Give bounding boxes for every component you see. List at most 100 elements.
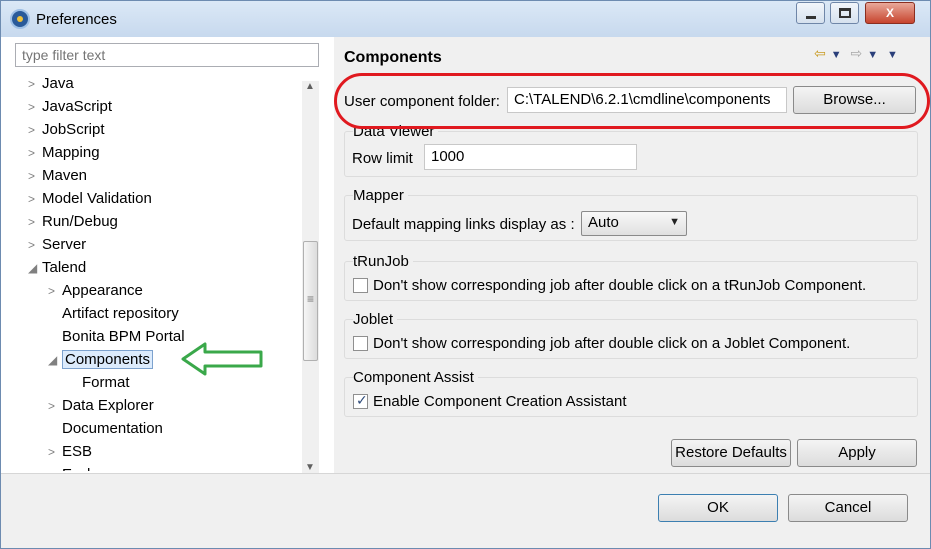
chevron-right-icon[interactable]: > [48, 280, 62, 302]
restore-defaults-button[interactable]: Restore Defaults [671, 439, 791, 467]
tree-item-label: Data Explorer [62, 397, 154, 414]
expanded-icon[interactable]: ◢ [48, 349, 62, 371]
row-limit-input[interactable]: 1000 [424, 144, 637, 170]
preference-tree-pane: >Java>JavaScript>JobScript>Mapping>Maven… [10, 37, 330, 473]
ok-button[interactable]: OK [658, 494, 778, 522]
tree-item[interactable]: Artifact repository [48, 303, 179, 325]
chevron-right-icon[interactable]: > [28, 119, 42, 141]
chevron-right-icon[interactable]: > [28, 234, 42, 256]
joblet-checkbox[interactable] [353, 336, 368, 351]
tree-item[interactable]: > Server [28, 234, 86, 256]
window-title: Preferences [36, 11, 117, 28]
mapping-display-value: Auto [588, 214, 619, 231]
tree-scrollbar[interactable]: ▲ ▼ [302, 81, 319, 473]
chevron-right-icon[interactable]: > [48, 464, 62, 471]
tree-item[interactable]: ◢ Components [48, 349, 154, 371]
close-button[interactable]: X [865, 2, 915, 24]
preferences-window: Preferences X >Java>JavaScript>JobScript… [0, 0, 931, 549]
back-dropdown-icon[interactable]: ▼ [831, 49, 842, 61]
forward-dropdown-icon[interactable]: ▼ [867, 49, 878, 61]
chevron-right-icon[interactable]: > [48, 441, 62, 463]
chevron-right-icon[interactable]: > [28, 188, 42, 210]
app-icon [10, 9, 30, 29]
tree-item[interactable]: Documentation [48, 418, 163, 440]
page-title: Components [344, 49, 442, 66]
green-pointer-arrow-icon [181, 342, 263, 376]
tree-item-label: Bonita BPM Portal [62, 328, 185, 345]
joblet-checkbox-label: Don't show corresponding job after doubl… [373, 335, 851, 352]
tree-item-label: Model Validation [42, 190, 152, 207]
apply-button[interactable]: Apply [797, 439, 917, 467]
tree-item[interactable]: > Mapping [28, 142, 100, 164]
mapping-display-select[interactable]: Auto ▼ [581, 211, 687, 236]
component-assist-checkbox[interactable]: ✓ [353, 392, 368, 409]
back-arrow-icon[interactable]: ⇦ [814, 45, 826, 61]
highlight-oval [334, 73, 930, 129]
mapper-title: Mapper [353, 187, 408, 204]
trunjob-checkbox[interactable] [353, 278, 368, 293]
tree-item[interactable]: > Data Explorer [48, 395, 154, 417]
trunjob-checkbox-label: Don't show corresponding job after doubl… [373, 277, 867, 294]
cancel-button[interactable]: Cancel [788, 494, 908, 522]
chevron-right-icon[interactable]: > [28, 211, 42, 233]
data-viewer-group: Data Viewer Row limit 1000 [344, 123, 918, 177]
tree-item[interactable]: > Model Validation [28, 188, 152, 210]
mapper-group: Mapper Default mapping links display as … [344, 187, 918, 241]
minimize-icon [806, 16, 816, 19]
trunjob-group: tRunJob Don't show corresponding job aft… [344, 253, 918, 301]
page-navigation: ⇦ ▼ ⇨ ▼ ▼ [814, 45, 903, 62]
scrollbar-thumb[interactable] [303, 241, 318, 361]
tree-item-label: Talend [42, 259, 87, 276]
tree-item-label: Format [82, 374, 130, 391]
chevron-right-icon[interactable]: > [28, 96, 42, 118]
tree-item-label: Server [42, 236, 87, 253]
tree-item-label: JavaScript [42, 98, 113, 115]
view-menu-icon[interactable]: ▼ [887, 49, 898, 61]
tree-item-label: Documentation [62, 420, 163, 437]
chevron-right-icon[interactable]: > [28, 142, 42, 164]
dialog-footer: OK Cancel [1, 473, 930, 548]
tree-item-label: Java [42, 75, 74, 92]
scroll-up-icon[interactable]: ▲ [305, 81, 315, 92]
tree-item-label: Artifact repository [62, 305, 179, 322]
component-assist-group: Component Assist ✓ Enable Component Crea… [344, 369, 918, 417]
tree-item[interactable]: > Appearance [48, 280, 143, 302]
minimize-button[interactable] [796, 2, 825, 24]
tree-item-label: Appearance [62, 282, 143, 299]
joblet-group: Joblet Don't show corresponding job afte… [344, 311, 918, 359]
tree-item-label: ESB [62, 443, 93, 460]
component-assist-checkbox-label: Enable Component Creation Assistant [373, 393, 627, 410]
tree-item[interactable]: >Exchange [48, 464, 129, 471]
scroll-down-icon[interactable]: ▼ [305, 462, 315, 473]
joblet-title: Joblet [353, 311, 398, 328]
tree-item-label: Exchange [62, 466, 129, 471]
tree-item-label: Maven [42, 167, 88, 184]
tree-item[interactable]: > JobScript [28, 119, 105, 141]
tree-item-label: Mapping [42, 144, 100, 161]
chevron-right-icon[interactable]: > [28, 73, 42, 95]
title-bar: Preferences X [1, 1, 930, 37]
expanded-icon[interactable]: ◢ [28, 257, 42, 279]
tree-item[interactable]: Format [68, 372, 130, 394]
row-limit-label: Row limit [352, 150, 413, 167]
trunjob-title: tRunJob [353, 253, 413, 270]
tree-item[interactable]: > Java [28, 73, 74, 95]
chevron-down-icon: ▼ [669, 216, 680, 228]
tree-item[interactable]: > JavaScript [28, 96, 112, 118]
forward-arrow-icon[interactable]: ⇨ [851, 45, 863, 61]
tree-item-label: Run/Debug [42, 213, 118, 230]
tree-item[interactable]: Bonita BPM Portal [48, 326, 185, 348]
maximize-button[interactable] [830, 2, 859, 24]
chevron-right-icon[interactable]: > [28, 165, 42, 187]
tree-item-label: JobScript [42, 121, 105, 138]
chevron-right-icon[interactable]: > [48, 395, 62, 417]
tree-item[interactable]: ◢ Talend [28, 257, 86, 279]
preference-tree: > Java > JavaScript > JobScript > Mapping > Maven… [10, 73, 302, 471]
tree-item[interactable]: > Maven [28, 165, 87, 187]
tree-item-label: Components [62, 350, 154, 369]
filter-input[interactable] [15, 43, 319, 67]
component-assist-title: Component Assist [353, 369, 478, 386]
tree-item[interactable]: > Run/Debug [28, 211, 118, 233]
mapping-display-label: Default mapping links display as : [352, 216, 575, 233]
tree-item[interactable]: > ESB [48, 441, 92, 463]
